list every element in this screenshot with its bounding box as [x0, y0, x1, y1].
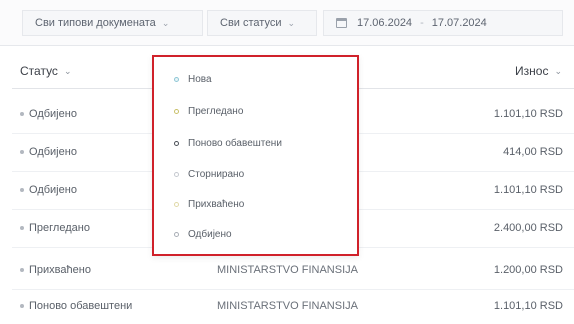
date-from: 17.06.2024 — [357, 17, 413, 29]
status-option-rejected[interactable]: Одбијено — [174, 226, 232, 242]
status-option-new[interactable]: Нова — [174, 71, 212, 87]
status-dropdown-menu: Нова Прегледано Поново обавештени Сторни… — [152, 55, 359, 256]
row-amount: 2.400,00 RSD — [493, 222, 563, 234]
status-dot-icon — [174, 171, 179, 177]
row-status: Одбијено — [20, 184, 77, 196]
row-issuer: MINISTARSTVO FINANSIJA — [217, 264, 358, 276]
status-option-reviewed[interactable]: Прегледано — [174, 103, 243, 119]
row-issuer: MINISTARSTVO FINANSIJA — [217, 300, 358, 312]
status-option-label: Одбијено — [188, 228, 232, 240]
amount-column-header[interactable]: Износ ⌄ — [515, 62, 562, 80]
status-option-label: Прихваћено — [188, 198, 245, 210]
status-option-label: Прегледано — [188, 105, 244, 117]
chevron-down-icon: ⌄ — [554, 65, 562, 76]
status-filter[interactable]: Сви статуси ⌄ — [207, 10, 317, 36]
status-option-accepted[interactable]: Прихваћено — [174, 196, 244, 212]
status-dot-icon — [20, 304, 24, 308]
row-amount: 1.101,10 RSD — [493, 300, 563, 312]
status-dot-icon — [20, 150, 24, 154]
chevron-down-icon: ⌄ — [287, 17, 296, 28]
status-dot-icon — [20, 112, 24, 116]
status-dot-icon — [174, 231, 179, 237]
status-dot-icon — [20, 188, 24, 192]
status-dot-icon — [20, 226, 24, 230]
status-dot-icon — [174, 140, 179, 146]
amount-header-label: Износ — [515, 64, 549, 78]
chevron-down-icon: ⌄ — [63, 65, 72, 76]
status-option-label: Нова — [188, 73, 212, 85]
row-status-label: Прегледано — [29, 222, 90, 234]
date-separator: - — [420, 17, 424, 29]
document-type-label: Сви типови докумената — [35, 17, 156, 29]
row-status: Одбијено — [20, 146, 77, 158]
status-dot-icon — [174, 108, 179, 114]
status-option-label: Поново обавештени — [188, 137, 282, 149]
row-amount: 1.200,00 RSD — [493, 264, 563, 276]
row-status-label: Одбијено — [29, 184, 77, 196]
row-status: Прихваћено — [20, 264, 91, 276]
status-header-label: Статус — [20, 64, 58, 78]
status-dot-icon — [20, 268, 24, 272]
status-option-label: Сторнирано — [188, 168, 245, 180]
row-status: Поново обавештени — [20, 300, 132, 312]
status-dot-icon — [174, 76, 179, 82]
document-type-filter[interactable]: Сви типови докумената ⌄ — [22, 10, 203, 36]
row-status-label: Прихваћено — [29, 264, 91, 276]
filter-bar: Сви типови докумената ⌄ Сви статуси ⌄ 17… — [0, 0, 574, 46]
row-amount: 1.101,10 RSD — [493, 184, 563, 196]
status-dot-icon — [174, 201, 179, 207]
row-status-label: Одбијено — [29, 146, 77, 158]
table-row[interactable]: Прихваћено MINISTARSTVO FINANSIJA 1.200,… — [12, 252, 574, 290]
status-filter-label: Сви статуси — [220, 17, 282, 29]
row-status: Одбијено — [20, 108, 77, 120]
row-status-label: Одбијено — [29, 108, 77, 120]
date-to: 17.07.2024 — [431, 17, 487, 29]
chevron-down-icon: ⌄ — [161, 17, 170, 28]
calendar-icon — [336, 18, 347, 28]
date-range-picker[interactable]: 17.06.2024 - 17.07.2024 — [323, 10, 563, 36]
row-amount: 1.101,10 RSD — [493, 108, 563, 120]
row-status: Прегледано — [20, 222, 90, 234]
status-column-header[interactable]: Статус ⌄ — [20, 62, 71, 80]
row-status-label: Поново обавештени — [29, 300, 133, 312]
row-amount: 414,00 RSD — [503, 146, 563, 158]
status-option-cancelled[interactable]: Сторнирано — [174, 166, 244, 182]
status-option-renotified[interactable]: Поново обавештени — [174, 135, 282, 151]
table-row[interactable]: Поново обавештени MINISTARSTVO FINANSIJA… — [12, 288, 574, 324]
